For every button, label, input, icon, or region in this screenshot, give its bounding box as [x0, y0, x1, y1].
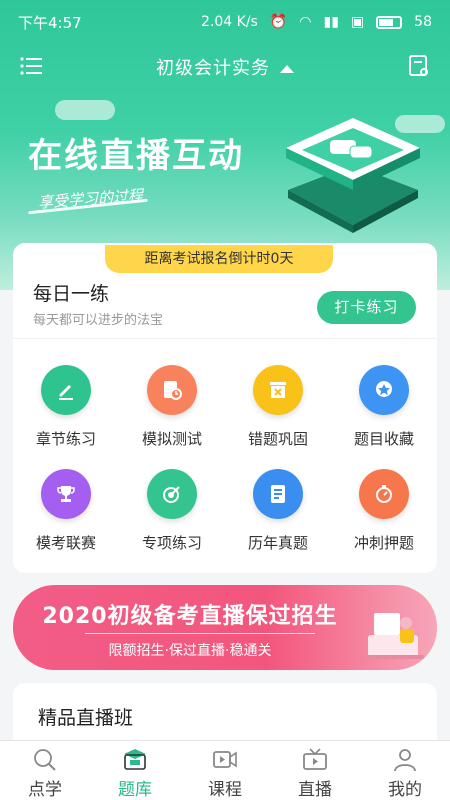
battery-icon	[376, 15, 403, 29]
tv-icon	[303, 748, 327, 770]
grid-label: 章节练习	[35, 430, 96, 448]
wifi-icon: ◠	[299, 14, 312, 30]
signal-icon: ▮▮	[323, 14, 339, 30]
grid-item-mock-test[interactable]: 模拟测试	[122, 365, 222, 449]
tab-label: 直播	[298, 780, 332, 800]
trophy-icon	[41, 469, 91, 519]
video-icon	[213, 751, 237, 768]
tab-profile[interactable]: 我的	[360, 741, 450, 800]
error-bin-icon	[253, 365, 303, 415]
tab-live[interactable]: 直播	[270, 741, 360, 800]
status-time: 下午4:57	[18, 13, 82, 32]
grid-item-wrong-questions[interactable]: 错题巩固	[228, 365, 328, 449]
grid-label: 历年真题	[247, 534, 308, 552]
caret-up-icon	[280, 65, 294, 73]
hd-icon: ▣	[350, 14, 365, 30]
tab-label: 课程	[208, 780, 242, 800]
grid-label: 专项练习	[141, 534, 202, 552]
study-illustration	[364, 613, 424, 659]
network-speed: 2.04 K/s	[201, 14, 258, 30]
grid-label: 模拟测试	[141, 430, 202, 448]
clock-doc-icon	[147, 365, 197, 415]
daily-practice-title: 每日一练	[33, 283, 110, 305]
tab-label: 题库	[118, 780, 152, 800]
chat-box-illustration	[286, 118, 420, 233]
promo-divider	[85, 633, 315, 634]
tab-learn[interactable]: 点学	[0, 741, 90, 800]
document-icon	[253, 469, 303, 519]
tab-courses[interactable]: 课程	[180, 741, 270, 800]
tab-label: 我的	[388, 780, 422, 800]
promo-subtitle: 限额招生·保过直播·稳通关	[108, 643, 272, 659]
top-nav: 初级会计实务	[0, 44, 450, 88]
user-icon	[394, 749, 416, 772]
subject-title: 初级会计实务	[156, 58, 270, 79]
bottom-tab-bar: 点学 题库 课程 直播 我的	[0, 740, 450, 800]
grid-label: 模考联赛	[35, 534, 96, 552]
pencil-icon	[41, 365, 91, 415]
cloud-decoration	[55, 100, 115, 120]
promo-title: 2020初级备考直播保过招生	[42, 604, 338, 629]
search-icon	[34, 749, 56, 771]
status-bar: 下午4:57 2.04 K/s ⏰ ◠ ▮▮ ▣ 58	[0, 0, 450, 44]
star-badge-icon	[359, 365, 409, 415]
grid-label: 题目收藏	[353, 430, 414, 448]
grid-item-special-practice[interactable]: 专项练习	[122, 469, 222, 553]
grid-label: 错题巩固	[247, 430, 308, 448]
live-class-title: 精品直播班	[38, 707, 134, 729]
alarm-icon: ⏰	[269, 14, 288, 30]
battery-level: 58	[414, 14, 432, 30]
stopwatch-icon	[359, 469, 409, 519]
tab-label: 点学	[28, 780, 62, 800]
divider	[13, 338, 437, 339]
banner-title: 在线直播互动	[28, 136, 244, 176]
subject-selector[interactable]: 初级会计实务	[0, 54, 450, 80]
grid-item-past-exams[interactable]: 历年真题	[228, 469, 328, 553]
grid-item-chapter-practice[interactable]: 章节练习	[16, 365, 116, 449]
target-icon	[147, 469, 197, 519]
grid-item-sprint-questions[interactable]: 冲刺押题	[334, 469, 434, 553]
grid-label: 冲刺押题	[353, 534, 414, 552]
grid-item-mock-league[interactable]: 模考联赛	[16, 469, 116, 553]
exam-countdown-badge: 距离考试报名倒计时0天	[105, 245, 333, 273]
question-bank-icon	[124, 749, 146, 770]
grid-item-favorites[interactable]: 题目收藏	[334, 365, 434, 449]
tab-question-bank[interactable]: 题库	[90, 741, 180, 800]
check-in-practice-button[interactable]: 打卡练习	[317, 291, 416, 324]
notes-icon[interactable]	[408, 54, 430, 78]
daily-practice-subtitle: 每天都可以进步的法宝	[33, 313, 164, 328]
